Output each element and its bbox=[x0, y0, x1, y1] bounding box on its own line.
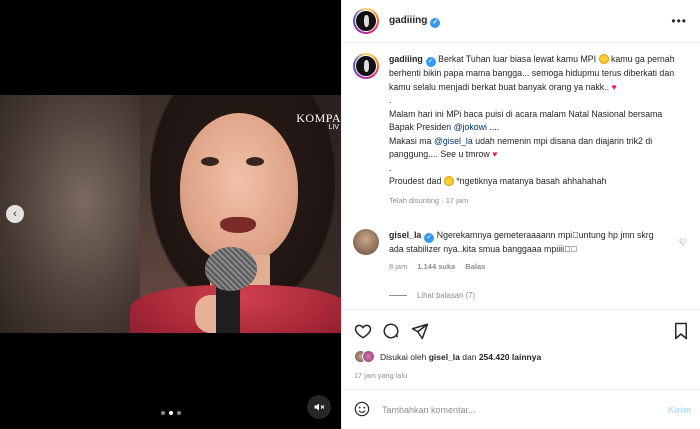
carousel-dot bbox=[161, 411, 165, 415]
post-media[interactable]: KOMPA LIV ‹ bbox=[0, 0, 341, 429]
caption-text: *ngetiknya matanya basah ahhahahah bbox=[456, 176, 607, 186]
edited-label: Telah disunting bbox=[389, 195, 440, 205]
caption-text: Berkat Tuhan luar biasa lewat kamu MPI bbox=[438, 54, 597, 64]
caption-text: Malam hari ini MPi baca puisi di acara m… bbox=[389, 108, 663, 133]
caption-text: Proudest dad bbox=[389, 176, 442, 186]
avatar[interactable] bbox=[353, 53, 379, 79]
liker-username[interactable]: gisel_la bbox=[429, 352, 460, 362]
likes-summary[interactable]: Disukai oleh gisel_la dan 254.420 lainny… bbox=[354, 350, 541, 363]
reply-button[interactable]: Balas bbox=[465, 260, 485, 273]
avatar bbox=[362, 350, 375, 363]
caption-username[interactable]: gadiiing bbox=[389, 54, 423, 64]
author-username[interactable]: gadiiing ✓ bbox=[389, 15, 441, 28]
post-timestamp[interactable]: 17 jam yang lalu bbox=[354, 371, 407, 380]
verified-badge-icon: ✓ bbox=[424, 233, 435, 243]
post-header: gadiiing ✓ ••• bbox=[342, 0, 700, 43]
comment-item: gisel_la ✓ Ngerekamnya gemeteraaaann mpi … bbox=[353, 229, 693, 273]
caption-separator: . bbox=[389, 162, 392, 173]
likes-count[interactable]: 254.420 lainnya bbox=[479, 352, 541, 362]
microphone bbox=[205, 247, 257, 291]
red-heart-emoji-icon: ♥ bbox=[492, 149, 498, 159]
caption-separator: . bbox=[389, 95, 392, 105]
comment-input[interactable] bbox=[382, 404, 652, 415]
action-bar bbox=[342, 309, 700, 349]
post-details-panel: gadiiing ✓ ••• gadiiing ✓ Berkat Tuhan lua… bbox=[341, 0, 700, 429]
broadcaster-watermark-sub: LIV bbox=[328, 124, 339, 131]
add-comment-bar: Kirim bbox=[342, 389, 700, 429]
smiling-face-emoji-icon bbox=[443, 176, 454, 186]
heart-outline-icon[interactable]: ♡ bbox=[679, 237, 687, 248]
bookmark-icon[interactable] bbox=[672, 322, 690, 340]
speaker-muted-icon[interactable] bbox=[307, 395, 331, 419]
red-heart-emoji-icon: ♥ bbox=[611, 81, 617, 92]
verified-badge-icon: ✓ bbox=[430, 17, 441, 28]
smiley-icon[interactable] bbox=[354, 401, 370, 419]
post-photo: KOMPA LIV bbox=[0, 95, 341, 333]
heart-outline-icon[interactable] bbox=[354, 322, 372, 340]
avatar[interactable] bbox=[353, 229, 379, 255]
comment-time[interactable]: 8 jam bbox=[389, 260, 407, 273]
post-caption: gadiiing ✓ Berkat Tuhan luar biasa lewat … bbox=[353, 53, 693, 207]
mention-link[interactable]: @gisel_la bbox=[434, 136, 473, 146]
caption-text: Makasi ma bbox=[389, 135, 432, 146]
mention-link[interactable]: @jokowi bbox=[454, 122, 487, 132]
comment-meta: 8 jam 1.144 suka Balas bbox=[389, 260, 669, 273]
caption-meta: Telah disunting · 17 jam bbox=[389, 195, 469, 205]
comment-username[interactable]: gisel_la bbox=[389, 230, 421, 240]
comment-likes[interactable]: 1.144 suka bbox=[417, 260, 455, 273]
carousel-dots bbox=[161, 411, 181, 415]
verified-badge-icon: ✓ bbox=[425, 57, 436, 67]
view-replies-button[interactable]: Lihat balasan (7) bbox=[389, 291, 475, 300]
ellipsis-icon[interactable]: ••• bbox=[671, 14, 687, 28]
caption-text: .... bbox=[489, 122, 500, 132]
carousel-dot-active bbox=[169, 411, 173, 415]
caption-time[interactable]: 17 jam bbox=[446, 196, 469, 205]
carousel-dot bbox=[177, 411, 181, 415]
comment-bubble-icon[interactable] bbox=[382, 322, 400, 340]
smiling-face-emoji-icon bbox=[598, 54, 609, 64]
avatar[interactable] bbox=[353, 8, 379, 34]
chevron-left-icon[interactable]: ‹ bbox=[6, 205, 24, 223]
paper-plane-icon[interactable] bbox=[411, 322, 429, 340]
post-comment-button[interactable]: Kirim bbox=[668, 405, 691, 415]
